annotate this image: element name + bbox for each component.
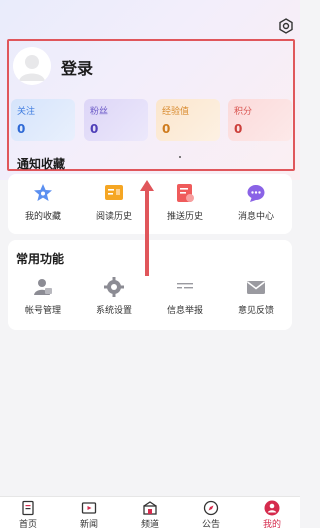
stat-value: 0 <box>234 122 243 136</box>
settings-icon[interactable] <box>278 18 294 34</box>
user-icon <box>264 500 280 516</box>
tab-news[interactable]: 新闻 <box>64 500 114 528</box>
message-icon <box>247 185 265 202</box>
stat-fans[interactable]: 粉丝 0 <box>84 99 148 141</box>
mail-icon <box>247 281 265 294</box>
menu-label: 我的收藏 <box>24 212 61 222</box>
pointer-arrow <box>140 180 154 276</box>
channel-icon <box>143 501 157 515</box>
tab-mine[interactable]: 我的 <box>247 500 297 528</box>
menu-label: 阅读历史 <box>95 212 132 222</box>
compass-icon <box>203 500 219 516</box>
stat-points[interactable]: 积分 0 <box>228 99 292 141</box>
stat-label: 积分 <box>234 107 253 117</box>
report-icon <box>177 283 193 289</box>
tab-label: 我的 <box>262 520 281 528</box>
stat-follow[interactable]: 关注 0 <box>11 99 75 141</box>
stat-value: 0 <box>162 122 171 136</box>
tab-label: 新闻 <box>79 520 98 528</box>
gear-icon <box>104 277 124 297</box>
menu-label: 信息举报 <box>166 306 203 316</box>
video-icon <box>81 502 97 514</box>
tab-label: 首页 <box>18 520 37 528</box>
tab-announcement[interactable]: 公告 <box>186 500 236 528</box>
stat-value: 0 <box>17 122 26 136</box>
tab-home[interactable]: 首页 <box>3 500 53 528</box>
login-button[interactable]: 登录 <box>61 55 93 79</box>
profile-highlight-box: 登录 关注 0 粉丝 0 经验值 0 积分 0 通知收藏 <box>7 39 295 171</box>
menu-label: 消息中心 <box>237 212 274 222</box>
star-icon <box>34 184 52 201</box>
menu-label: 系统设置 <box>95 306 132 316</box>
menu-label: 意见反馈 <box>237 306 274 316</box>
home-icon <box>22 500 34 516</box>
tab-channel[interactable]: 频道 <box>125 500 175 528</box>
menu-my-favorites[interactable]: 我的收藏 <box>8 182 78 222</box>
account-icon <box>34 279 52 295</box>
menu-reading-history[interactable]: 阅读历史 <box>79 182 149 222</box>
stat-value: 0 <box>90 122 99 136</box>
menu-label: 推送历史 <box>166 212 203 222</box>
stat-label: 关注 <box>17 107 36 117</box>
menu-push-history[interactable]: 推送历史 <box>150 182 220 222</box>
menu-system-settings[interactable]: 系统设置 <box>79 276 149 316</box>
reading-history-icon <box>105 185 123 200</box>
section-title-notify: 通知收藏 <box>17 157 66 171</box>
tab-label: 频道 <box>140 520 159 528</box>
menu-label: 帐号管理 <box>24 306 61 316</box>
menu-account-management[interactable]: 帐号管理 <box>8 276 78 316</box>
decorative-dot <box>179 156 181 158</box>
stat-experience[interactable]: 经验值 0 <box>156 99 220 141</box>
bottom-tab-bar: 首页 新闻 频道 公告 我的 <box>0 496 300 528</box>
section-title-common: 常用功能 <box>16 252 65 266</box>
tab-label: 公告 <box>201 520 220 528</box>
avatar[interactable] <box>13 47 51 85</box>
stat-label: 经验值 <box>162 107 190 117</box>
push-history-icon <box>177 184 194 202</box>
stat-label: 粉丝 <box>90 107 109 117</box>
menu-info-report[interactable]: 信息举报 <box>150 276 220 316</box>
menu-message-center[interactable]: 消息中心 <box>221 182 291 222</box>
menu-feedback[interactable]: 意见反馈 <box>221 276 291 316</box>
